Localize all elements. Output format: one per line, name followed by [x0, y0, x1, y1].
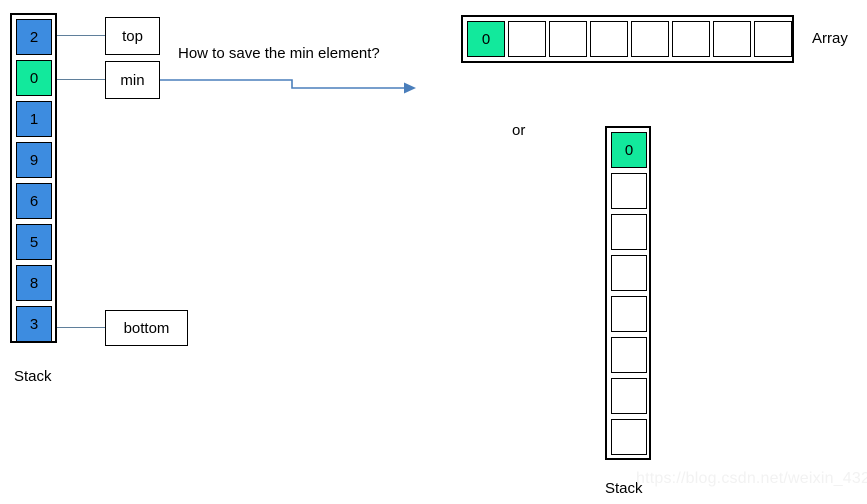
left-stack-cell-2: 1: [16, 101, 52, 137]
right-stack-cell-4: [611, 296, 647, 332]
left-stack-cell-3: 9: [16, 142, 52, 178]
array-cell-6: [713, 21, 751, 57]
connector-line-bottom: [57, 327, 105, 328]
right-stack-cell-5: [611, 337, 647, 373]
array-cell-2: [549, 21, 587, 57]
right-stack-container: 0: [605, 126, 651, 460]
array-cell-3: [590, 21, 628, 57]
min-pointer-box: min: [105, 61, 160, 99]
left-stack-cell-6-value: 8: [29, 274, 39, 292]
min-pointer-label: min: [120, 71, 145, 89]
connector-line-top: [57, 35, 105, 36]
left-stack-cell-4-value: 6: [29, 192, 39, 210]
left-stack-cell-1: 0: [16, 60, 52, 96]
left-stack-cell-6: 8: [16, 265, 52, 301]
array-cell-5: [672, 21, 710, 57]
connector-line-min: [57, 79, 105, 80]
right-stack-cell-0-value: 0: [624, 141, 634, 159]
or-label: or: [512, 122, 526, 139]
top-pointer-label: top: [122, 27, 143, 45]
right-stack-cell-1: [611, 173, 647, 209]
left-stack-cell-0-value: 2: [29, 28, 39, 46]
right-stack-cell-3: [611, 255, 647, 291]
left-stack-cell-3-value: 9: [29, 151, 39, 169]
left-stack-label: Stack: [14, 368, 52, 385]
left-stack-cell-5-value: 5: [29, 233, 39, 251]
array-cell-0: 0: [467, 21, 505, 57]
left-stack-cell-5: 5: [16, 224, 52, 260]
question-text: How to save the min element?: [178, 45, 380, 62]
array-cell-7: [754, 21, 792, 57]
array-container: 0: [461, 15, 794, 63]
array-label: Array: [812, 30, 848, 47]
right-stack-cell-2: [611, 214, 647, 250]
left-stack-cell-1-value: 0: [29, 69, 39, 87]
right-stack-cell-7: [611, 419, 647, 455]
bottom-pointer-label: bottom: [123, 319, 170, 337]
right-stack-cell-6: [611, 378, 647, 414]
left-stack-cell-0: 2: [16, 19, 52, 55]
left-stack-cell-2-value: 1: [29, 110, 39, 128]
watermark-text: https://blog.csdn.net/weixin_43258870: [636, 470, 867, 487]
array-cell-0-value: 0: [481, 30, 491, 48]
left-stack-cell-4: 6: [16, 183, 52, 219]
bottom-pointer-box: bottom: [105, 310, 188, 346]
right-stack-cell-0: 0: [611, 132, 647, 168]
elbow-arrow-icon: [160, 79, 416, 94]
left-stack-cell-7-value: 3: [29, 315, 39, 333]
diagram-canvas: 2 0 1 9 6 5 8 3 top min bottom Stack How…: [0, 0, 867, 504]
left-stack-cell-7: 3: [16, 306, 52, 342]
left-stack-container: 2 0 1 9 6 5 8 3: [10, 13, 57, 343]
array-cell-4: [631, 21, 669, 57]
top-pointer-box: top: [105, 17, 160, 55]
array-cell-1: [508, 21, 546, 57]
